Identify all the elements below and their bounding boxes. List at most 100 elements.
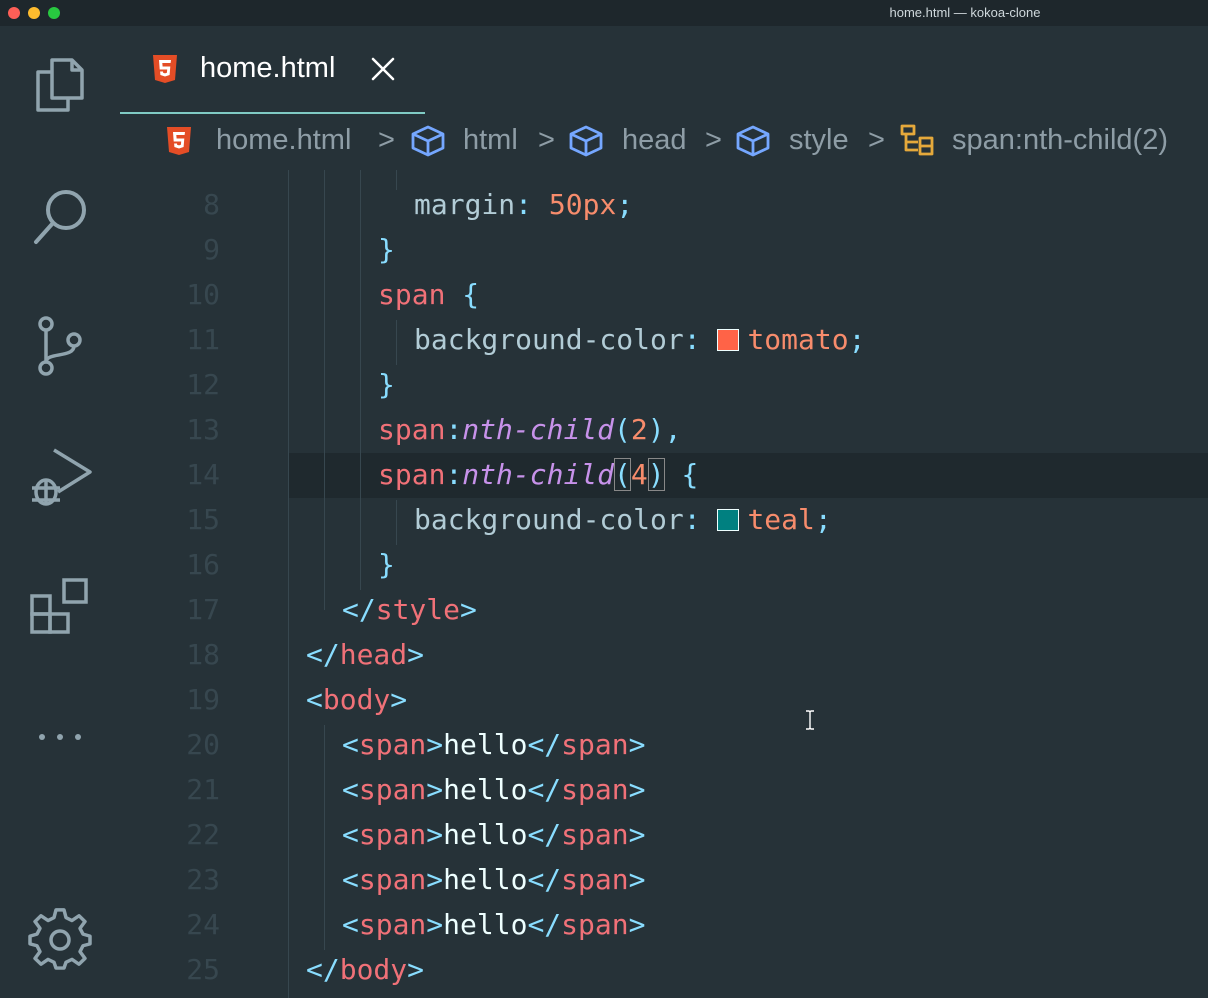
code-token: < bbox=[306, 683, 323, 716]
more-icon[interactable] bbox=[28, 704, 92, 768]
code-line[interactable]: 16} bbox=[120, 542, 1208, 587]
code-token: < bbox=[342, 908, 359, 941]
line-number: 21 bbox=[186, 773, 220, 806]
line-number: 20 bbox=[186, 728, 220, 761]
code-token: > bbox=[390, 683, 408, 716]
line-number: 19 bbox=[186, 683, 220, 716]
line-number: 10 bbox=[186, 278, 220, 311]
code-text: </head> bbox=[306, 632, 424, 677]
close-icon[interactable] bbox=[370, 56, 396, 82]
html5-icon bbox=[167, 127, 191, 155]
code-token: span bbox=[358, 728, 427, 761]
code-token: span bbox=[561, 818, 629, 851]
line-number: 23 bbox=[186, 863, 220, 896]
code-token: span bbox=[561, 773, 629, 806]
code-token: < bbox=[342, 728, 359, 761]
code-token: < bbox=[342, 818, 359, 851]
code-line[interactable]: 15 background-color: teal; bbox=[120, 497, 1208, 542]
code-token: ; bbox=[616, 188, 634, 221]
code-token: span bbox=[378, 458, 446, 491]
breadcrumb-item-style[interactable]: style bbox=[789, 124, 849, 157]
code-token: ) bbox=[647, 458, 665, 491]
code-token: head bbox=[339, 638, 408, 671]
line-number: 13 bbox=[186, 413, 220, 446]
tab-label: home.html bbox=[200, 52, 336, 84]
code-token: > bbox=[628, 863, 646, 896]
code-line[interactable]: 19 <body> bbox=[120, 677, 1208, 722]
code-token: margin bbox=[414, 188, 516, 221]
code-line[interactable]: 25 </body> bbox=[120, 947, 1208, 992]
code-line[interactable]: 23 <span>hello</span> bbox=[120, 857, 1208, 902]
code-line[interactable]: 10 span { bbox=[120, 272, 1208, 317]
text-cursor-icon bbox=[806, 710, 814, 730]
line-number: 12 bbox=[186, 368, 220, 401]
code-token: > bbox=[407, 638, 425, 671]
code-token: : bbox=[445, 458, 463, 491]
source-control-icon[interactable] bbox=[28, 314, 92, 378]
explorer-icon[interactable] bbox=[28, 52, 92, 116]
title-bar: home.html — kokoa-clone bbox=[0, 0, 1208, 26]
breadcrumb-item-selector[interactable]: span:nth-child(2) bbox=[952, 124, 1168, 157]
code-token: </ bbox=[342, 593, 376, 626]
code-text: <span>hello</span> bbox=[342, 857, 645, 902]
code-token: span bbox=[561, 908, 629, 941]
code-token: : bbox=[445, 413, 463, 446]
code-token: 4 bbox=[630, 458, 648, 491]
code-token: > bbox=[628, 728, 646, 761]
code-token: </ bbox=[527, 818, 562, 851]
code-token: span bbox=[358, 818, 427, 851]
code-line[interactable]: 11 background-color: tomato; bbox=[120, 317, 1208, 362]
code-line[interactable]: 12} bbox=[120, 362, 1208, 407]
code-line[interactable]: 13 span:nth-child(2), bbox=[120, 407, 1208, 452]
code-text: <span>hello</span> bbox=[342, 812, 645, 857]
line-number: 15 bbox=[186, 503, 220, 536]
code-editor[interactable]: 8 margin: 50px; 9} 10 span {11 background-col… bbox=[120, 170, 1208, 998]
code-line[interactable]: 17 </style> bbox=[120, 587, 1208, 632]
code-token: ; bbox=[848, 323, 866, 356]
code-token: } bbox=[378, 368, 395, 401]
code-token: > bbox=[426, 728, 444, 761]
code-token: </ bbox=[527, 773, 562, 806]
code-line[interactable]: 20 <span>hello</span> bbox=[120, 722, 1208, 767]
code-line[interactable]: 8 margin: 50px; bbox=[120, 182, 1208, 227]
code-token: nth-child bbox=[462, 413, 615, 446]
color-swatch[interactable] bbox=[717, 509, 740, 531]
code-token: > bbox=[426, 863, 444, 896]
code-token: </ bbox=[527, 908, 562, 941]
code-text: margin: 50px; bbox=[414, 182, 633, 227]
color-swatch[interactable] bbox=[717, 329, 740, 351]
run-debug-icon[interactable] bbox=[28, 444, 92, 508]
tab-home-html[interactable]: home.html bbox=[120, 26, 425, 114]
code-token: </ bbox=[306, 953, 340, 986]
line-number: 16 bbox=[186, 548, 220, 581]
code-token: hello bbox=[443, 773, 528, 806]
search-icon[interactable] bbox=[28, 184, 92, 248]
breadcrumb-item-head[interactable]: head bbox=[622, 124, 687, 157]
code-line[interactable]: 22 <span>hello</span> bbox=[120, 812, 1208, 857]
code-line[interactable]: 21 <span>hello</span> bbox=[120, 767, 1208, 812]
window-title: home.html — kokoa-clone bbox=[889, 5, 1041, 20]
tab-bar: home.html bbox=[120, 26, 1208, 114]
code-token: </ bbox=[527, 863, 562, 896]
code-token: hello bbox=[443, 908, 528, 941]
breadcrumb: home.html > html > head > style > span:n… bbox=[120, 114, 1208, 170]
settings-gear-icon[interactable] bbox=[28, 908, 92, 972]
code-token: span bbox=[561, 728, 629, 761]
code-line[interactable]: 9} bbox=[120, 227, 1208, 272]
code-token: < bbox=[342, 773, 359, 806]
code-line[interactable]: 24 <span>hello</span> bbox=[120, 902, 1208, 947]
extensions-icon[interactable] bbox=[28, 574, 92, 638]
breadcrumb-item-html[interactable]: html bbox=[463, 124, 518, 157]
code-line[interactable]: 18 </head> bbox=[120, 632, 1208, 677]
code-token: nth-child bbox=[462, 458, 615, 491]
line-number: 14 bbox=[186, 458, 220, 491]
code-token: span bbox=[561, 863, 629, 896]
code-token: > bbox=[460, 593, 477, 626]
cube-icon bbox=[736, 125, 770, 157]
code-text: span:nth-child(4) { bbox=[378, 452, 698, 497]
breadcrumb-separator: > bbox=[538, 124, 555, 156]
code-token: { bbox=[664, 458, 699, 491]
code-line[interactable]: 14 span:nth-child(4) { bbox=[120, 452, 1208, 497]
breadcrumb-item-file[interactable]: home.html bbox=[216, 124, 351, 157]
code-token: style bbox=[375, 593, 461, 626]
